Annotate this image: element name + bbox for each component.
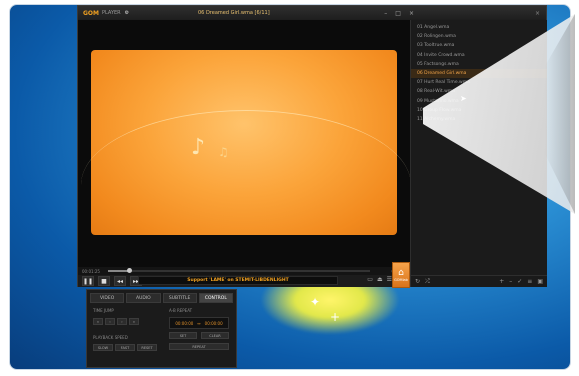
speed-slow-button[interactable]: SLOW xyxy=(93,344,113,351)
elapsed-time: 00:01:25 xyxy=(82,268,100,274)
prev-button[interactable]: ◂◂ xyxy=(114,276,126,286)
ab-repeat-label: A-B REPEAT xyxy=(169,308,193,313)
seek-bar: 00:01:25 ↻ ◖ ≡ xyxy=(78,267,410,275)
save-icon[interactable]: ▣ xyxy=(537,278,543,285)
check-icon[interactable]: ✓ xyxy=(517,278,522,285)
ab-repeat-display: 00:00:00 ↔ 00:00:00 xyxy=(169,317,229,329)
app-logo: GOM xyxy=(83,9,99,17)
seek-thumb[interactable] xyxy=(126,268,132,273)
minimize-icon[interactable]: – xyxy=(384,10,387,17)
jump-back-button[interactable]: ‹ xyxy=(105,318,115,325)
tab-control[interactable]: CONTROL xyxy=(198,293,233,303)
remove-icon[interactable]: – xyxy=(509,278,512,285)
ab-set-button[interactable]: SET xyxy=(169,332,197,339)
ab-clear-button[interactable]: CLEAR xyxy=(201,332,229,339)
seek-track[interactable] xyxy=(108,268,370,273)
title-bar: GOM PLAYER ⚙ 06 Dreamed Girl.wma [6/11] … xyxy=(78,6,546,20)
jump-back-far-button[interactable]: « xyxy=(93,318,103,325)
ab-end-time: 00:00:00 xyxy=(204,320,223,326)
pause-icon: ❚❚ xyxy=(82,277,94,285)
video-arc xyxy=(81,110,411,260)
music-note-icon: ♪ xyxy=(191,135,206,160)
playlist-footer: ↻ ⤮ + – ✓ ≡ ▣ xyxy=(411,275,547,287)
sparkle-icon: ✦ xyxy=(310,295,321,309)
time-jump-label: TIME JUMP xyxy=(93,308,114,313)
screen-icon[interactable]: ▭ xyxy=(367,276,373,283)
playback-speed-label: PLAYBACK SPEED xyxy=(93,335,128,340)
panel-body: TIME JUMP « ‹ › » A-B REPEAT 00:00:00 ↔ … xyxy=(87,303,236,365)
list-icon[interactable]: ≡ xyxy=(527,278,532,285)
playlist-close-icon[interactable]: × xyxy=(535,10,540,17)
home-icon: ⌂ xyxy=(398,267,404,278)
shuffle-icon[interactable]: ⤮ xyxy=(425,278,430,286)
pause-button[interactable]: ❚❚ xyxy=(82,276,94,286)
music-note-icon: ♫ xyxy=(218,145,229,159)
repeat-icon[interactable]: ↻ xyxy=(415,278,420,286)
control-panel: VIDEO AUDIO SUBTITLE CONTROL TIME JUMP «… xyxy=(86,289,237,368)
stop-icon: ■ xyxy=(101,277,107,285)
seek-fill xyxy=(108,270,129,272)
window-title: 06 Dreamed Girl.wma [6/11] xyxy=(198,10,270,16)
playlist-item[interactable]: 02 Rolingen.wma xyxy=(411,32,547,41)
ab-repeat-button[interactable]: REPEAT xyxy=(169,343,229,350)
ab-start-time: 00:00:00 xyxy=(175,320,194,326)
prev-icon: ◂◂ xyxy=(116,277,124,285)
control-bar: ❚❚ ■ ◂◂ ▸▸ Support 'LAME' on STEMIT-LIBD… xyxy=(78,275,410,287)
right-controls: ▭ ⏏ ☰ xyxy=(367,276,392,283)
stop-button[interactable]: ■ xyxy=(98,276,110,286)
app-logo-sub: PLAYER xyxy=(102,10,121,16)
jump-forward-button[interactable]: › xyxy=(117,318,127,325)
add-icon[interactable]: + xyxy=(499,278,504,285)
maximize-icon[interactable]: □ xyxy=(395,10,401,17)
eject-icon[interactable]: ⏏ xyxy=(377,276,383,283)
gomlab-button[interactable]: ⌂ GOMlab xyxy=(392,262,410,288)
speed-fast-button[interactable]: FAST xyxy=(115,344,135,351)
gomlab-label: GOMlab xyxy=(394,277,408,282)
sparkle-icon: + xyxy=(330,310,341,324)
playlist-item[interactable]: 01 Angel.wma xyxy=(411,23,547,32)
panel-tabs: VIDEO AUDIO SUBTITLE CONTROL xyxy=(87,290,236,303)
ticker-display: Support 'LAME' on STEMIT-LIBDENLIGHT xyxy=(138,276,338,285)
close-icon[interactable]: × xyxy=(409,10,414,17)
tab-subtitle[interactable]: SUBTITLE xyxy=(162,293,197,303)
tab-audio[interactable]: AUDIO xyxy=(126,293,161,303)
jump-forward-far-button[interactable]: » xyxy=(129,318,139,325)
speed-reset-button[interactable]: RESET xyxy=(137,344,157,351)
gear-icon[interactable]: ⚙ xyxy=(125,10,129,16)
video-frame[interactable]: ♪ ♫ xyxy=(81,50,411,235)
window-buttons: – □ × xyxy=(384,10,414,17)
mouse-cursor-icon: ➤ xyxy=(460,94,467,103)
ab-arrow: ↔ xyxy=(197,320,201,326)
video-area[interactable]: ♪ ♫ xyxy=(78,20,411,267)
tab-video[interactable]: VIDEO xyxy=(90,293,125,303)
